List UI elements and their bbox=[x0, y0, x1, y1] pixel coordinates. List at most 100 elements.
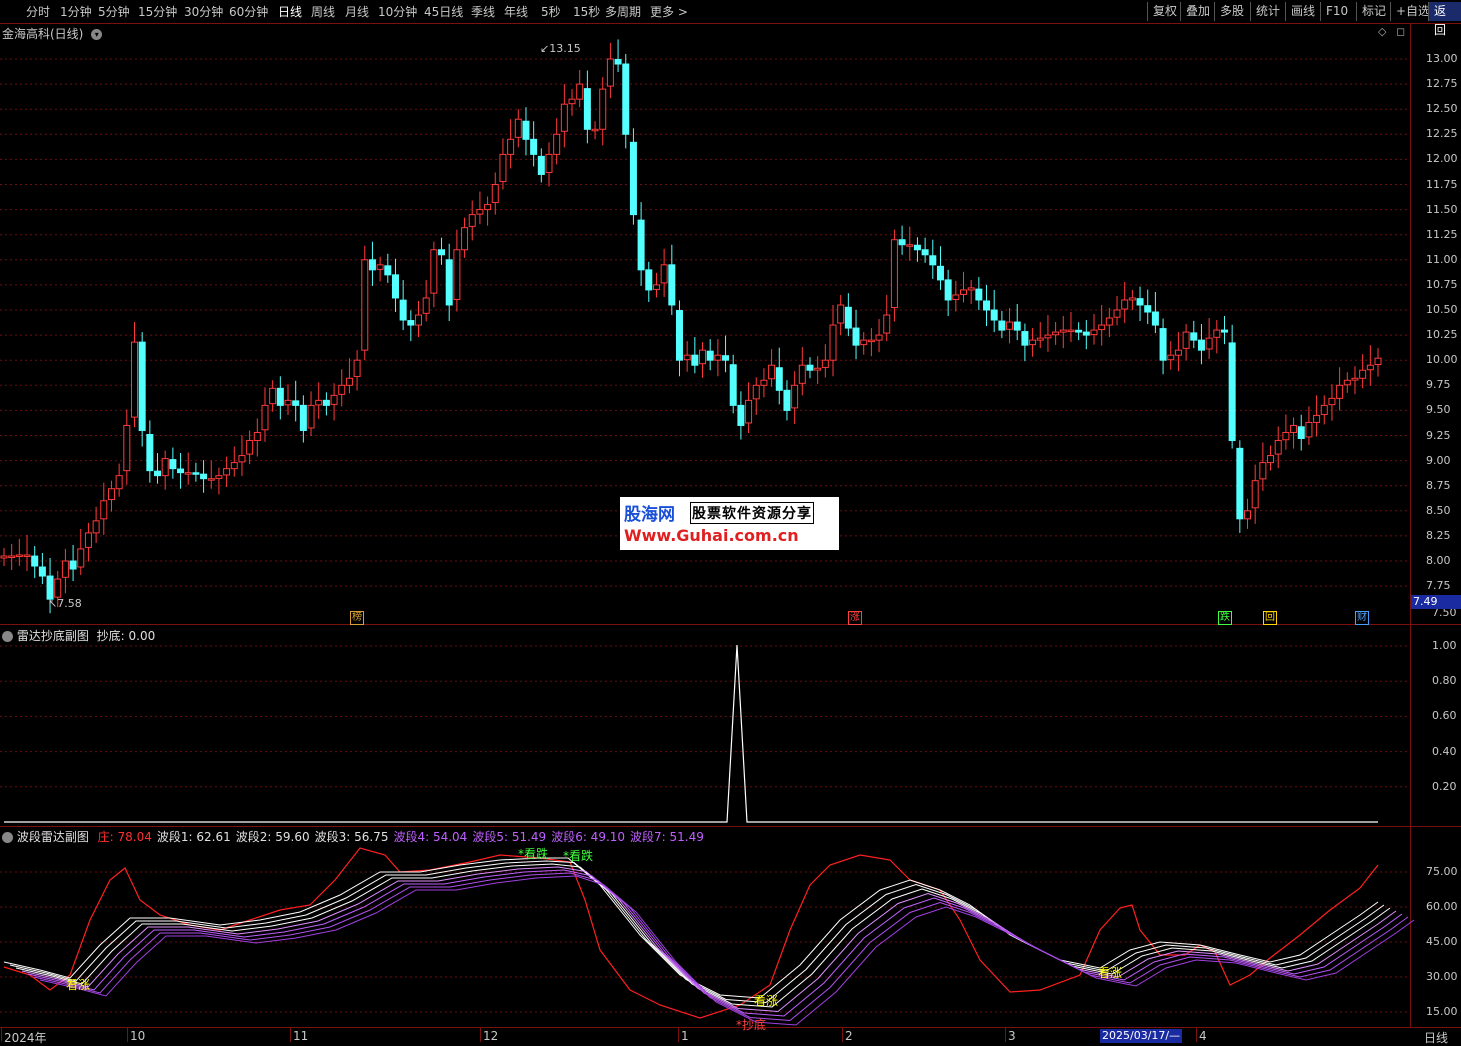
high-value: 13.15 bbox=[549, 42, 581, 55]
candle-body bbox=[177, 468, 185, 474]
price-tick-label: 8.50 bbox=[1426, 503, 1451, 517]
candle-body bbox=[745, 399, 753, 424]
candle-body bbox=[353, 359, 361, 377]
candle-body bbox=[768, 364, 776, 380]
time-tick bbox=[678, 1028, 679, 1042]
candle-body bbox=[138, 341, 146, 431]
time-tick-label: 2024年 bbox=[4, 1031, 47, 1045]
candle-body bbox=[146, 433, 154, 472]
candle-body bbox=[553, 133, 561, 155]
candle-body bbox=[714, 354, 722, 361]
chevron-down-icon[interactable] bbox=[2, 631, 13, 642]
candle-body bbox=[1236, 447, 1244, 520]
price-tick-label: 11.25 bbox=[1426, 227, 1458, 241]
wave-value-1: 波段1: 62.61 bbox=[156, 830, 231, 844]
candle-body bbox=[1082, 331, 1090, 336]
event-badge[interactable]: 财 bbox=[1355, 611, 1369, 625]
candle-body bbox=[438, 249, 446, 256]
candle-body bbox=[1190, 332, 1198, 341]
candle-body bbox=[422, 297, 430, 314]
candle-body bbox=[1174, 349, 1182, 356]
time-tick bbox=[1005, 1028, 1006, 1042]
wave-value-2: 波段2: 59.60 bbox=[235, 830, 310, 844]
candle-body bbox=[315, 399, 323, 406]
wave-line bbox=[9, 860, 1385, 1004]
price-tick-label: 9.25 bbox=[1426, 428, 1451, 442]
price-tick-label: 8.75 bbox=[1426, 478, 1451, 492]
time-tick-label: 1 bbox=[681, 1029, 689, 1043]
candle-body bbox=[952, 294, 960, 300]
candle-body bbox=[123, 424, 131, 472]
candle-body bbox=[484, 204, 492, 211]
event-badge[interactable]: 榜 bbox=[350, 611, 364, 625]
price-tick-label: 9.75 bbox=[1426, 378, 1451, 392]
candle-body bbox=[537, 155, 545, 175]
wave-value-3: 波段3: 56.75 bbox=[314, 830, 389, 844]
candle-body bbox=[1374, 357, 1382, 366]
time-tick-label: 3 bbox=[1008, 1029, 1016, 1043]
candle-body bbox=[1297, 426, 1305, 440]
candle-body bbox=[936, 265, 944, 281]
candle-body bbox=[1136, 298, 1144, 306]
candle-body bbox=[890, 239, 898, 308]
candle-body bbox=[660, 264, 668, 284]
candle-body bbox=[560, 103, 568, 132]
candle-body bbox=[192, 472, 200, 475]
candle-body bbox=[461, 227, 469, 251]
candle-body bbox=[622, 63, 630, 135]
sub1-name: 雷达抄底副图 bbox=[16, 629, 89, 643]
candle-body bbox=[568, 98, 576, 105]
event-badge[interactable]: 跌 bbox=[1218, 611, 1232, 625]
candle-body bbox=[1167, 354, 1175, 361]
candle-body bbox=[1144, 305, 1152, 313]
price-tick-label: 13.00 bbox=[1426, 52, 1458, 65]
candle-body bbox=[852, 327, 860, 346]
period-label: 日线 bbox=[1424, 1031, 1449, 1045]
cursor-date: 2025/03/17/— bbox=[1100, 1029, 1183, 1043]
price-tick-label: 9.00 bbox=[1426, 453, 1451, 467]
price-tick-label: 12.25 bbox=[1426, 127, 1458, 141]
event-badge[interactable]: 回 bbox=[1263, 611, 1277, 625]
candle-body bbox=[875, 334, 883, 341]
candle-body bbox=[1351, 377, 1359, 381]
candle-body bbox=[1305, 421, 1313, 438]
candle-body bbox=[1205, 337, 1213, 350]
time-tick-label: 2 bbox=[845, 1029, 853, 1043]
sub2-name: 波段雷达副图 bbox=[16, 830, 89, 844]
candle-body bbox=[215, 475, 223, 479]
candle-body bbox=[1044, 334, 1052, 339]
candle-body bbox=[722, 355, 730, 361]
time-tick-label: 11 bbox=[293, 1029, 309, 1043]
wave-value-0: 庄: 78.04 bbox=[97, 830, 152, 844]
event-badge[interactable]: 涨 bbox=[848, 611, 862, 625]
time-tick-label: 10 bbox=[130, 1029, 146, 1043]
candle-body bbox=[783, 389, 791, 411]
candle-body bbox=[699, 349, 707, 365]
candle-body bbox=[1029, 339, 1037, 346]
price-tick-label: 9.50 bbox=[1426, 403, 1451, 417]
time-tick-label: 4 bbox=[1199, 1029, 1207, 1043]
sub2-tick-label: 45.00 bbox=[1426, 935, 1458, 948]
sub2-tick-label: 15.00 bbox=[1426, 1005, 1458, 1018]
candle-body bbox=[1343, 379, 1351, 386]
candle-body bbox=[1313, 414, 1321, 423]
candle-body bbox=[115, 475, 123, 490]
price-tick-label: 10.50 bbox=[1426, 303, 1458, 316]
candle-body bbox=[1328, 397, 1336, 406]
signal-label: *抄底 bbox=[736, 1018, 767, 1032]
candle-body bbox=[276, 387, 284, 406]
candle-body bbox=[230, 462, 238, 470]
candle-body bbox=[430, 249, 438, 294]
chevron-down-icon[interactable] bbox=[2, 832, 13, 843]
candle-body bbox=[1098, 324, 1106, 331]
candle-body bbox=[8, 555, 16, 558]
candle-body bbox=[1052, 331, 1060, 336]
price-tick-label: 11.00 bbox=[1426, 252, 1458, 266]
candle-body bbox=[906, 244, 914, 247]
main-force-line bbox=[3, 847, 1379, 1019]
sub2-tick-label: 60.00 bbox=[1426, 900, 1458, 913]
candle-body bbox=[983, 300, 991, 311]
candle-body bbox=[729, 364, 737, 406]
candle-body bbox=[883, 314, 891, 334]
candle-body bbox=[706, 350, 714, 361]
